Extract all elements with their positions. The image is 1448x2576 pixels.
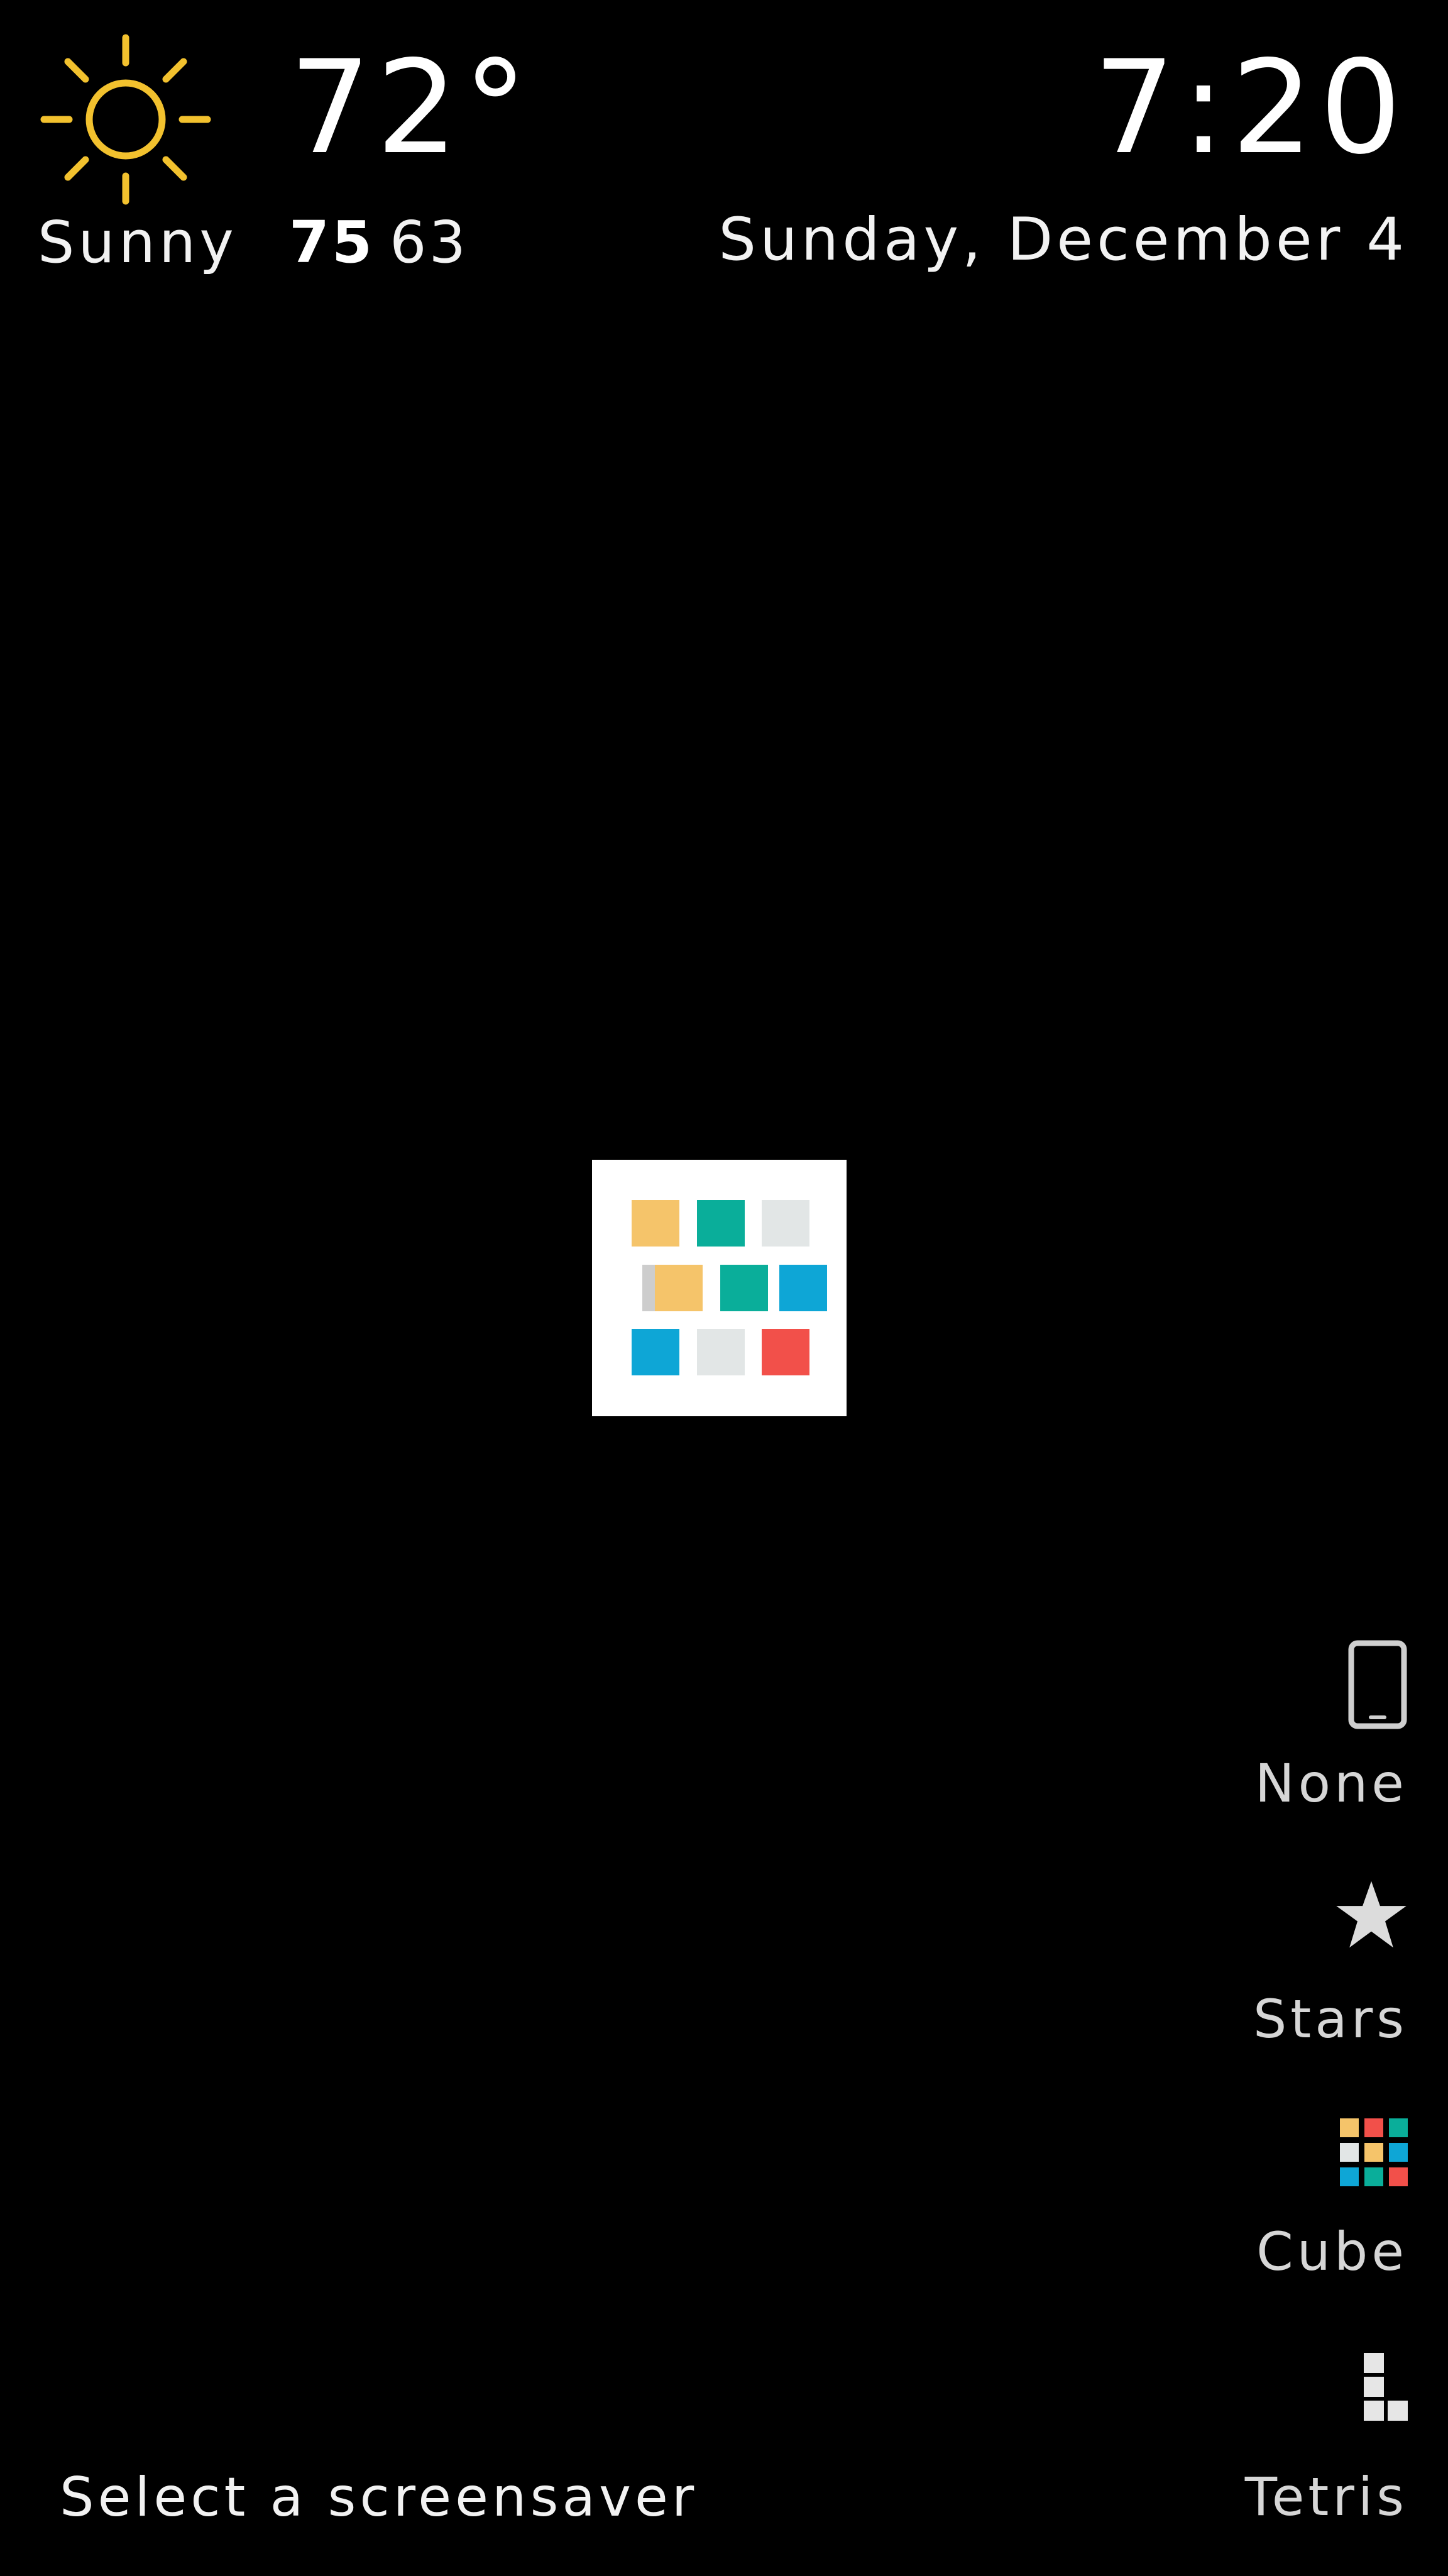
- phone-icon: [1348, 1640, 1407, 1729]
- preview-tile: [697, 1329, 745, 1375]
- preview-tile: [720, 1265, 768, 1311]
- preview-tile: [632, 1200, 679, 1247]
- current-temperature: 72°: [289, 33, 533, 183]
- screensaver-option-tetris[interactable]: Tetris: [1134, 2335, 1448, 2530]
- clock-time: 7:20: [1093, 33, 1408, 183]
- cube-icon: [1340, 2118, 1408, 2186]
- screensaver-option-none[interactable]: None: [1134, 1628, 1448, 1823]
- preview-tile: [655, 1265, 703, 1311]
- preview-tile: [697, 1200, 745, 1247]
- star-icon: [1336, 1881, 1407, 1948]
- option-label: Tetris: [1244, 2466, 1408, 2528]
- tetris-icon: [1364, 2353, 1408, 2421]
- cube-preview: [592, 1160, 847, 1416]
- preview-tile: [632, 1329, 679, 1375]
- option-label: None: [1254, 1753, 1408, 1814]
- option-label: Cube: [1256, 2221, 1408, 2282]
- select-screensaver-hint: Select a screensaver: [60, 2466, 698, 2529]
- low-temperature: 63: [390, 209, 469, 276]
- weather-condition: Sunny: [38, 209, 238, 276]
- screensaver-option-cube[interactable]: Cube: [1134, 2100, 1448, 2294]
- high-temperature: 75: [289, 209, 375, 276]
- preview-tile: [779, 1265, 827, 1311]
- sun-icon: [40, 34, 211, 205]
- option-label: Stars: [1253, 1988, 1408, 2050]
- screensaver-option-stars[interactable]: Stars: [1134, 1861, 1448, 2056]
- preview-tile: [762, 1329, 809, 1375]
- preview-tile: [762, 1200, 809, 1247]
- clock-date: Sunday, December 4: [718, 206, 1408, 274]
